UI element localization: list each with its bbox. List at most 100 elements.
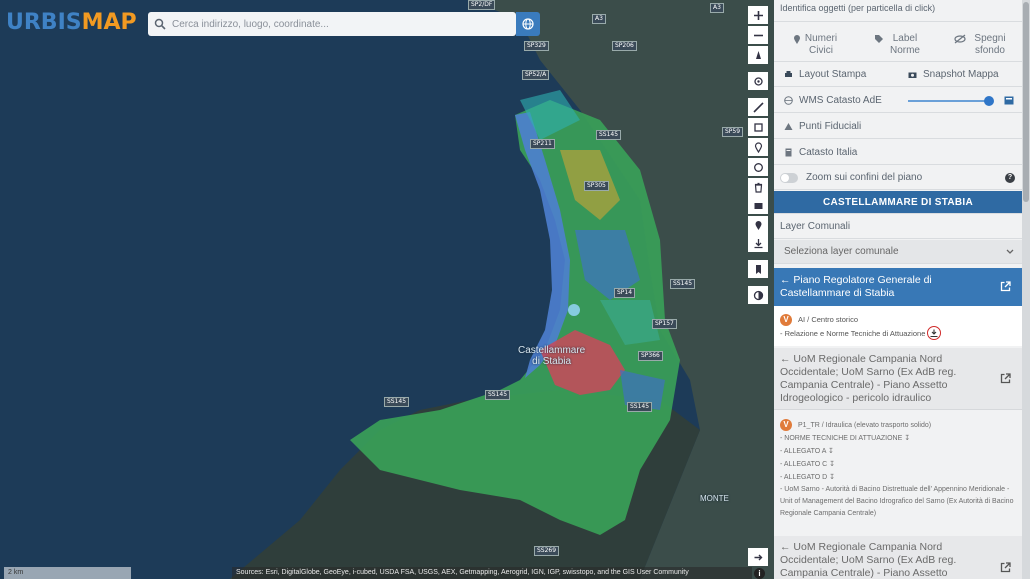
road-label: SS145 [485, 390, 511, 400]
uom1-doc-3[interactable]: - ALLEGATO C ↧ [780, 458, 1018, 471]
punti-fiduciali-label: Punti Fiduciali [799, 120, 862, 132]
download-button[interactable] [748, 234, 768, 252]
external-link-icon[interactable] [1000, 562, 1011, 573]
select-layer-value: Seleziona layer comunale [784, 246, 899, 257]
scrollbar-thumb[interactable] [1023, 2, 1029, 202]
spegni-sfondo-button[interactable]: Spegni sfondo [938, 27, 1022, 57]
punti-fiduciali-row[interactable]: Punti Fiduciali [774, 114, 1022, 139]
ruler-icon [752, 101, 764, 113]
road-label: SS145 [627, 402, 653, 412]
snapshot-mappa-button[interactable]: Snapshot Mappa [898, 69, 1022, 80]
arrow-right-icon [754, 554, 762, 560]
pgr-title: ← Piano Regolatore Generale di Castellam… [780, 274, 932, 299]
road-label: SS145 [384, 397, 410, 407]
download-doc-button[interactable] [927, 326, 942, 341]
external-link-icon[interactable] [1000, 281, 1011, 292]
wms-opacity-slider[interactable] [908, 96, 994, 106]
town-label: Castellammare di Stabia [518, 345, 585, 367]
app-logo[interactable]: URBISMAP [6, 10, 137, 35]
zoom-confini-toggle[interactable] [780, 172, 798, 183]
map-attribution: Sources: Esri, DigitalGlobe, GeoEye, i-c… [232, 567, 752, 579]
layer-comunali-label: Layer Comunali [780, 221, 851, 232]
road-label: A3 [592, 14, 606, 24]
print-row: Layout Stampa Snapshot Mappa [774, 63, 1022, 87]
doc-label: - ALLEGATO A [780, 448, 827, 455]
slider-knob[interactable] [984, 96, 994, 106]
circle-button[interactable] [748, 158, 768, 176]
delete-button[interactable] [748, 178, 768, 196]
contrast-icon [753, 290, 763, 300]
town-label-line2: di Stabia [532, 356, 572, 367]
layer-comunale-select[interactable]: Seleziona layer comunale [774, 240, 1022, 264]
compass-arrow-icon [755, 50, 761, 59]
pin-button[interactable] [748, 216, 768, 234]
sfondo-label: sfondo [974, 45, 1005, 56]
info-icon[interactable]: i [754, 568, 765, 579]
box-icon [754, 202, 762, 209]
panel-scrollbar[interactable] [1022, 0, 1030, 579]
road-label: SP14 [614, 288, 636, 298]
help-icon[interactable]: ? [1005, 173, 1015, 183]
wms-opacity-track [774, 96, 1022, 106]
map-marker-icon [754, 141, 762, 153]
bookmark-button[interactable] [748, 260, 768, 278]
zoom-in-button[interactable] [748, 6, 768, 24]
road-label: SP206 [612, 41, 637, 51]
logo-part-1: URBIS [6, 10, 82, 35]
measure-line-button[interactable] [748, 98, 768, 116]
uom1-v-badge[interactable]: V [780, 419, 792, 432]
locate-button[interactable] [748, 72, 768, 90]
identify-row[interactable]: Identifica oggetti (per particella di cl… [774, 0, 1022, 22]
download-icon[interactable]: ↧ [904, 435, 910, 442]
label-norme-button[interactable]: Label Norme [856, 27, 938, 57]
tools-row: Numeri Civici Label Norme Spegni sfondo [774, 23, 1022, 62]
numeri-civici-button[interactable]: Numeri Civici [774, 27, 856, 57]
search-bar[interactable]: Cerca indirizzo, luogo, coordinate... [148, 12, 516, 36]
external-link-icon[interactable] [1000, 373, 1011, 384]
download-icon[interactable]: ↧ [829, 461, 835, 468]
uom1-header[interactable]: ← UoM Regionale Campania Nord Occidental… [774, 348, 1022, 410]
wms-catasto-row[interactable]: WMS Catasto AdE [774, 88, 1022, 113]
circle-icon [753, 162, 763, 172]
globe-icon [522, 18, 534, 30]
eye-off-icon [954, 34, 967, 44]
layer-comunali-row: Layer Comunali [774, 215, 1022, 239]
basemap-button[interactable] [748, 286, 768, 304]
scale-bar: 2 km [4, 567, 131, 579]
legend-icon[interactable] [1004, 96, 1014, 105]
uom1-doc-1[interactable]: - NORME TECNICHE DI ATTUAZIONE ↧ [780, 432, 1018, 445]
pgr-doc-line[interactable]: - Relazione e Norme Tecniche di Attuazio… [780, 326, 1022, 341]
zoom-out-button[interactable] [748, 26, 768, 44]
tag-icon [874, 35, 883, 43]
road-label: SP52/A [522, 70, 550, 80]
catasto-italia-row[interactable]: Catasto Italia [774, 140, 1022, 165]
uom2-header[interactable]: ← UoM Regionale Campania Nord Occidental… [774, 536, 1022, 579]
uom1-zone-line: V P1_TR / Idraulica (elevato trasporto so… [780, 419, 1018, 432]
measure-area-button[interactable] [748, 118, 768, 136]
download-icon[interactable]: ↧ [828, 448, 834, 455]
search-input[interactable]: Cerca indirizzo, luogo, coordinate... [172, 19, 329, 30]
collapse-panel-button[interactable] [748, 548, 768, 566]
uom1-note: - UoM Sarno - Autorità di Bacino Distret… [780, 486, 1014, 517]
pgr-header[interactable]: ← Piano Regolatore Generale di Castellam… [774, 268, 1022, 306]
plus-icon [753, 10, 763, 20]
pgr-v-badge[interactable]: V [780, 314, 792, 327]
bookmark-icon [755, 264, 761, 274]
download-icon[interactable]: ↧ [829, 474, 835, 481]
layout-stampa-button[interactable]: Layout Stampa [774, 69, 898, 80]
layout-stampa-label: Layout Stampa [799, 69, 867, 80]
road-label: SP211 [530, 139, 555, 149]
globe-button[interactable] [516, 12, 540, 36]
numeri-label: Numeri [804, 33, 838, 44]
uom1-doc-4[interactable]: - ALLEGATO D ↧ [780, 471, 1018, 484]
uom1-doc-2[interactable]: - ALLEGATO A ↧ [780, 445, 1018, 458]
side-panel: Identifica oggetti (per particella di cl… [774, 0, 1022, 579]
north-button[interactable] [748, 46, 768, 64]
chevron-down-icon [1006, 249, 1014, 254]
zoom-confini-row[interactable]: Zoom sui confini del piano ? [774, 166, 1022, 190]
marker-button[interactable] [748, 138, 768, 156]
layers-button[interactable] [748, 196, 768, 214]
road-label: SS145 [670, 279, 696, 289]
uom2-title: ← UoM Regionale Campania Nord Occidental… [780, 541, 957, 579]
triangle-icon [784, 122, 793, 130]
